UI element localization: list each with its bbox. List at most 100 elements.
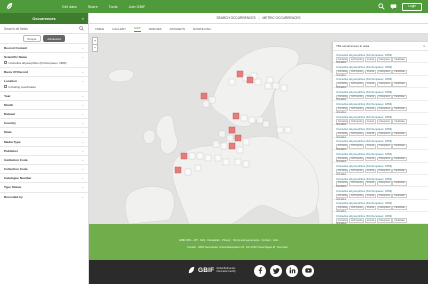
expand-icon[interactable]: ⌄ — [81, 158, 84, 162]
occurrence-grid-cell[interactable] — [208, 96, 216, 104]
expand-icon[interactable]: ⌄ — [81, 185, 84, 189]
result-name-link[interactable]: Ursinellus abyssophilus (Kirchenpauer, 1… — [336, 214, 425, 218]
checkbox-icon[interactable] — [4, 61, 7, 65]
result-item[interactable]: Ursinellus abyssophilus (Kirchenpauer, 1… — [333, 51, 428, 64]
result-item[interactable]: Ursinellus abyssophilus (Kirchenpauer, 1… — [333, 200, 428, 213]
filter-item[interactable]: Scientific Name ⌄ Ursinellus abyssophilus … — [0, 52, 88, 67]
occurrence-grid-cell[interactable] — [242, 138, 250, 146]
result-item[interactable]: Ursinellus abyssophilus (Kirchenpauer, 1… — [333, 101, 428, 114]
zoom-out-button[interactable]: − — [93, 45, 97, 51]
top-nav-item[interactable]: Share — [88, 5, 98, 9]
toggle-simple[interactable]: Simple — [22, 34, 41, 43]
result-item[interactable]: Ursinellus abyssophilus (Kirchenpauer, 1… — [333, 150, 428, 163]
filter-value[interactable]: Including coordinates — [4, 85, 84, 89]
close-results-button[interactable]: × — [423, 44, 425, 48]
occurrence-grid-cell[interactable] — [188, 152, 196, 160]
result-name-link[interactable]: Ursinellus abyssophilus (Kirchenpauer, 1… — [336, 65, 425, 69]
result-name-link[interactable]: Ursinellus abyssophilus (Kirchenpauer, 1… — [336, 152, 425, 156]
result-name-link[interactable]: Ursinellus abyssophilus (Kirchenpauer, 1… — [336, 102, 425, 106]
tab-search-occurrences[interactable]: SEARCH OCCURRENCES — [216, 16, 255, 20]
occurrence-grid-cell[interactable] — [280, 84, 288, 92]
occurrence-grid-cell[interactable] — [196, 152, 204, 160]
tab-map[interactable]: MAP — [134, 26, 141, 32]
result-name-link[interactable]: Ursinellus abyssophilus (Kirchenpauer, 1… — [336, 77, 425, 81]
tab-species[interactable]: SPECIES — [149, 27, 162, 31]
occurrence-grid-cell[interactable] — [180, 152, 188, 160]
occurrence-grid-cell[interactable] — [194, 164, 202, 172]
result-item[interactable]: Ursinellus abyssophilus (Kirchenpauer, 1… — [333, 187, 428, 201]
zoom-in-button[interactable]: + — [93, 38, 97, 45]
occurrence-grid-cell[interactable] — [202, 100, 210, 108]
facebook-icon[interactable] — [254, 264, 266, 277]
occurrence-grid-cell[interactable] — [218, 130, 226, 138]
filter-item[interactable]: Institution Code ⌄ — [0, 154, 88, 164]
occurrence-grid-cell[interactable] — [284, 126, 292, 134]
tab-gallery[interactable]: GALLERY — [112, 27, 126, 31]
tab-table[interactable]: TABLE — [95, 27, 104, 31]
occurrence-grid-cell[interactable] — [254, 78, 262, 86]
filter-item[interactable]: Record Content ⌄ — [0, 43, 88, 52]
expand-icon[interactable]: ⌄ — [81, 149, 84, 153]
result-item[interactable]: Ursinellus abyssophilus (Kirchenpauer, 1… — [333, 76, 428, 89]
expand-icon[interactable]: ⌄ — [81, 103, 84, 107]
result-item[interactable]: Ursinellus abyssophilus (Kirchenpauer, 1… — [333, 113, 428, 126]
occurrence-grid-cell[interactable] — [272, 82, 280, 90]
occurrence-grid-cell[interactable] — [248, 116, 256, 124]
occurrence-grid-cell[interactable] — [242, 160, 250, 168]
occurrence-grid-cell[interactable] — [264, 82, 272, 90]
expand-icon[interactable]: ⌄ — [81, 79, 84, 83]
expand-icon[interactable]: ⌄ — [81, 46, 84, 50]
occurrence-grid-cell[interactable] — [222, 158, 230, 166]
occurrence-grid-cell[interactable] — [276, 126, 284, 134]
filter-item[interactable]: State ⌄ — [0, 127, 88, 136]
result-name-link[interactable]: Ursinellus abyssophilus (Kirchenpauer, 1… — [336, 189, 425, 193]
occurrence-grid-cell[interactable] — [246, 76, 254, 84]
top-nav-item[interactable]: Tools — [109, 5, 118, 9]
result-item[interactable]: Ursinellus abyssophilus (Kirchenpauer, 1… — [333, 125, 428, 139]
result-name-link[interactable]: Ursinellus abyssophilus (Kirchenpauer, 1… — [336, 127, 425, 131]
filter-item[interactable]: Month ⌄ — [0, 99, 88, 109]
result-name-link[interactable]: Ursinellus abyssophilus (Kirchenpauer, 1… — [336, 90, 425, 94]
occurrence-grid-cell[interactable] — [174, 166, 182, 174]
occurrence-grid-cell[interactable] — [266, 76, 274, 84]
result-item[interactable]: Ursinellus abyssophilus (Kirchenpauer, 1… — [333, 138, 428, 151]
top-nav-item[interactable]: Get data — [62, 5, 77, 9]
filter-item[interactable]: Publisher ⌄ — [0, 145, 88, 155]
expand-icon[interactable]: ⌄ — [81, 167, 84, 171]
occurrence-grid-cell[interactable] — [200, 92, 208, 100]
gbif-leaf-icon[interactable] — [5, 2, 14, 11]
occurrence-grid-cell[interactable] — [234, 134, 242, 142]
search-icon[interactable] — [79, 26, 84, 31]
result-item[interactable]: Ursinellus abyssophilus (Kirchenpauer, 1… — [333, 212, 428, 225]
expand-icon[interactable]: ⌄ — [81, 140, 84, 144]
occurrence-grid-cell[interactable] — [228, 78, 236, 86]
filter-item[interactable]: Location ⌄ Including coordinates — [0, 75, 88, 91]
result-name-link[interactable]: Ursinellus abyssophilus (Kirchenpauer, 1… — [336, 115, 425, 119]
occurrence-grid-cell[interactable] — [228, 142, 236, 150]
sidebar-search[interactable]: Search all fields — [0, 24, 88, 34]
expand-icon[interactable]: ⌄ — [81, 130, 84, 134]
login-button[interactable]: Login — [402, 2, 422, 11]
result-name-link[interactable]: Ursinellus abyssophilus (Kirchenpauer, 1… — [336, 139, 425, 143]
result-name-link[interactable]: Ursinellus abyssophilus (Kirchenpauer, 1… — [336, 177, 425, 181]
gbif-logo[interactable]: GBIF Global Biodiversity Information Fac… — [187, 266, 236, 275]
filter-item[interactable]: Recorded by ⌄ — [0, 191, 88, 201]
linkedin-icon[interactable] — [286, 264, 298, 277]
occurrence-grid-cell[interactable] — [228, 126, 236, 134]
occurrence-grid-cell[interactable] — [204, 154, 212, 162]
expand-icon[interactable]: ⌄ — [81, 94, 84, 98]
tab-metric-occurrences[interactable]: METRIC OCCURRENCES — [262, 16, 300, 20]
filter-item[interactable]: Collection Code ⌄ — [0, 164, 88, 173]
occurrence-grid-cell[interactable] — [212, 140, 220, 148]
occurrence-grid-cell[interactable] — [236, 70, 244, 78]
expand-icon[interactable]: ⌄ — [81, 112, 84, 116]
filter-item[interactable]: Media Type ⌄ — [0, 136, 88, 146]
result-item[interactable]: Ursinellus abyssophilus (Kirchenpauer, 1… — [333, 88, 428, 101]
expand-icon[interactable]: ⌄ — [81, 70, 84, 74]
occurrence-grid-cell[interactable] — [214, 154, 222, 162]
filter-item[interactable]: Catalogue Number ⌄ — [0, 173, 88, 182]
occurrence-grid-cell[interactable] — [220, 142, 228, 150]
expand-icon[interactable]: ⌄ — [81, 176, 84, 180]
twitter-icon[interactable] — [270, 264, 282, 277]
search-icon[interactable] — [378, 3, 385, 10]
